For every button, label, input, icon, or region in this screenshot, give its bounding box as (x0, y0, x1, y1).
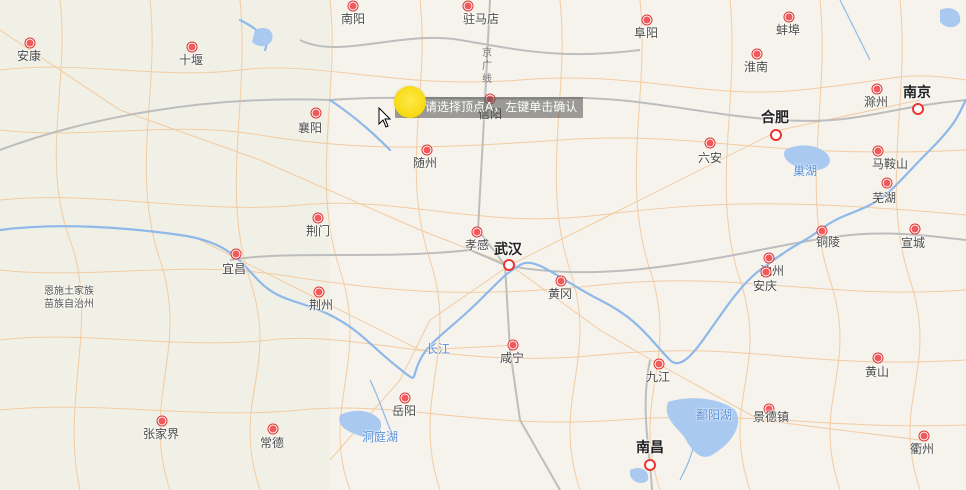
city-label-xianning: 咸宁 (500, 351, 525, 365)
city-dot-chuzhou (872, 84, 882, 94)
city-dot-nanyang (348, 1, 358, 11)
city-dot-jiujiang (654, 359, 664, 369)
lake-label-chaohu: 巢湖 (793, 164, 818, 178)
city-label-anqing: 安庆 (753, 279, 778, 293)
city-label-hefei: 合肥 (761, 110, 789, 126)
city-label-zhangjiajie: 张家界 (143, 427, 180, 441)
city-dot-suizhou (422, 145, 432, 155)
city-label-bengbu: 蚌埠 (776, 23, 801, 37)
railway-label-char: 广 (482, 61, 492, 72)
city-dot-wuhu (882, 178, 892, 188)
city-label-nanchang: 南昌 (636, 440, 664, 456)
city-dot-zhumadian (463, 1, 473, 11)
city-dot-fuyang (642, 15, 652, 25)
city-dot-huanggang (556, 276, 566, 286)
city-label-huangshan: 黄山 (865, 365, 890, 379)
city-dot-quzhou (919, 431, 929, 441)
railway-label-jingguang: 京 广 线 (482, 48, 492, 85)
city-label-enshi-line2: 苗族自治州 (44, 299, 94, 310)
city-dot-ankang (25, 38, 35, 48)
city-dot-nanchang (644, 459, 656, 471)
city-dot-maanshan (873, 146, 883, 156)
city-dot-chizhou (764, 253, 774, 263)
city-label-huainan: 淮南 (744, 60, 769, 74)
city-label-wuhan: 武汉 (494, 242, 522, 258)
city-label-jingzhou: 荆州 (309, 298, 334, 312)
mouse-cursor-icon (378, 107, 392, 128)
lake-label-dongtinghu: 洞庭湖 (362, 430, 399, 444)
city-label-quzhou: 衢州 (910, 442, 935, 456)
city-dot-xiaogan (472, 227, 482, 237)
city-dot-huangshan (873, 353, 883, 363)
city-label-luan: 六安 (698, 151, 723, 165)
city-label-maanshan: 马鞍山 (872, 157, 909, 171)
city-label-jiujiang: 九江 (646, 370, 671, 384)
vertex-marker[interactable] (394, 86, 426, 118)
city-dot-bengbu (784, 12, 794, 22)
city-label-nanjing: 南京 (903, 85, 931, 101)
city-label-changde: 常德 (260, 436, 285, 450)
city-dot-jingzhou (314, 287, 324, 297)
city-dot-xianning (508, 340, 518, 350)
city-dot-yichang (231, 249, 241, 259)
city-label-suizhou: 随州 (413, 156, 438, 170)
city-dot-hefei (770, 129, 782, 141)
city-label-nanyang: 南阳 (341, 12, 366, 26)
city-label-shiyan: 十堰 (179, 53, 204, 67)
city-label-wuhu: 芜湖 (872, 191, 897, 205)
city-label-yueyang: 岳阳 (392, 404, 417, 418)
city-label-xuancheng: 宣城 (901, 236, 926, 250)
city-dot-yueyang (400, 393, 410, 403)
city-dot-xuancheng (910, 224, 920, 234)
city-dot-changde (268, 424, 278, 434)
city-label-tongling: 铜陵 (816, 235, 841, 249)
city-label-xiangyang: 襄阳 (298, 121, 323, 135)
city-label-jingmen: 荆门 (306, 224, 331, 238)
city-label-fuyang: 阜阳 (634, 26, 659, 40)
river-label-changjiang: 长江 (426, 342, 451, 356)
city-dot-luan (705, 138, 715, 148)
city-dot-wuhan (503, 259, 515, 271)
map-canvas[interactable]: 南阳驻马店阜阳蚌埠安康十堰淮南襄阳信阳合肥南京滁州随州六安马鞍山芜湖荆门孝感武汉… (0, 0, 966, 490)
city-label-chuzhou: 滁州 (864, 95, 889, 109)
city-label-yichang: 宜昌 (222, 262, 247, 276)
lake-label-poyanghu: 鄱阳湖 (696, 408, 733, 422)
city-dot-anqing (761, 267, 771, 277)
city-label-zhumadian: 驻马店 (463, 12, 500, 26)
city-dot-zhangjiajie (157, 416, 167, 426)
city-dot-nanjing (912, 103, 924, 115)
railway-label-char: 线 (482, 74, 492, 85)
city-dot-xiangyang (311, 108, 321, 118)
city-label-jingdezhen: 景德镇 (753, 410, 790, 424)
city-label-huanggang: 黄冈 (548, 287, 573, 301)
city-dot-huainan (752, 49, 762, 59)
city-label-ankang: 安康 (17, 49, 42, 63)
city-dot-shiyan (187, 42, 197, 52)
city-dot-jingmen (313, 213, 323, 223)
railway-label-char: 京 (482, 48, 492, 59)
city-label-enshi-line1: 恩施土家族 (44, 286, 94, 297)
city-label-xiaogan: 孝感 (465, 238, 490, 252)
